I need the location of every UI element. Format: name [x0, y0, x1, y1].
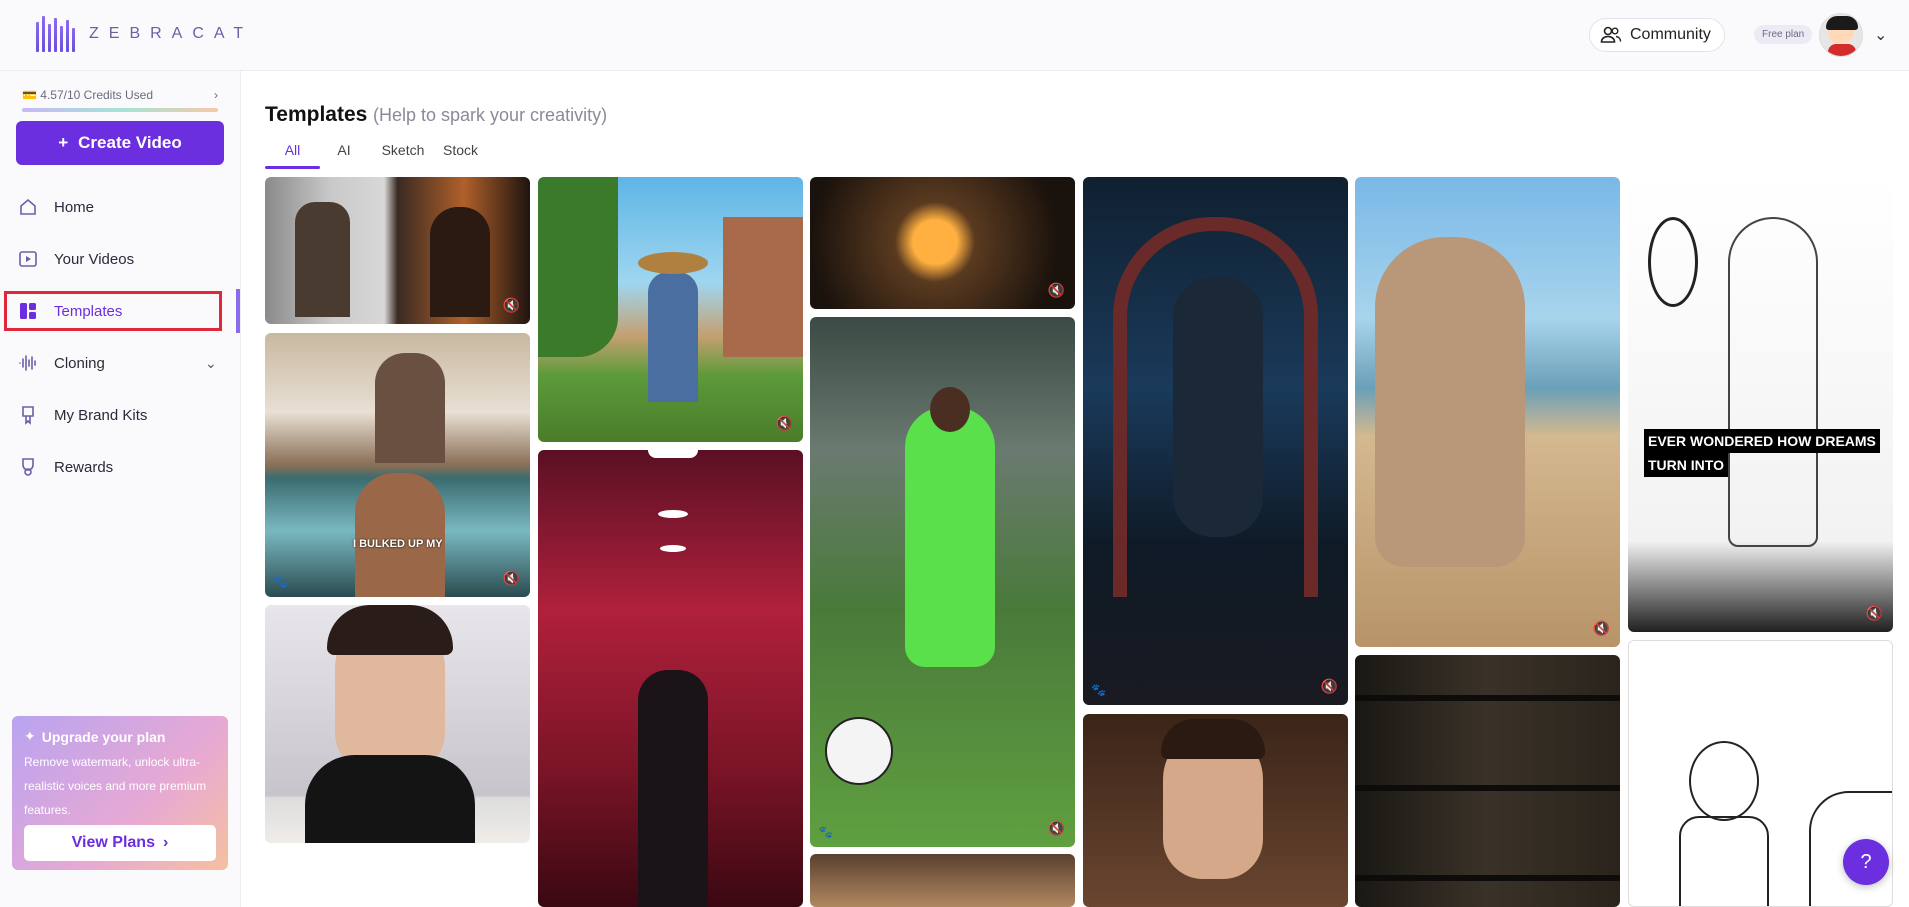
- sidebar-item-your-videos[interactable]: Your Videos: [0, 233, 241, 285]
- create-video-button[interactable]: + Create Video: [16, 121, 224, 165]
- upgrade-title: ✦ Upgrade your plan: [24, 728, 166, 745]
- mute-icon[interactable]: 🔇: [1048, 820, 1065, 837]
- selection-highlight: [4, 291, 222, 331]
- view-plans-button[interactable]: View Plans ›: [24, 825, 216, 861]
- video-caption: I BULKED UP MY: [353, 538, 443, 550]
- logo-icon: [36, 16, 75, 52]
- credits-progress-bar: [22, 108, 218, 112]
- community-button[interactable]: Community: [1589, 18, 1725, 52]
- sidebar-item-brand-kits[interactable]: My Brand Kits: [0, 389, 241, 441]
- view-plans-label: View Plans: [71, 834, 155, 851]
- mute-icon[interactable]: 🔇: [776, 415, 793, 432]
- sidebar-nav: Home Your Videos Templates Cloning ⌄ My …: [0, 181, 241, 493]
- paw-icon: 🐾: [273, 575, 288, 589]
- sidebar-item-label: Your Videos: [54, 250, 135, 268]
- template-card-soccer[interactable]: 🐾 🔇: [810, 317, 1075, 847]
- mute-icon[interactable]: 🔇: [1866, 605, 1883, 622]
- template-card-market[interactable]: [810, 854, 1075, 907]
- home-icon: [18, 197, 38, 217]
- brand-kit-icon: [18, 405, 38, 425]
- sidebar-item-rewards[interactable]: Rewards: [0, 441, 241, 493]
- sidebar: 💳 4.57/10 Credits Used › + Create Video …: [0, 71, 241, 907]
- video-caption-line-2: TURN INTO: [1644, 453, 1728, 477]
- help-button[interactable]: ?: [1843, 839, 1889, 885]
- sparkle-icon: ✦: [24, 728, 36, 744]
- video-icon: [18, 249, 38, 269]
- zebracat-logo[interactable]: ZEBRACAT: [36, 16, 253, 52]
- sidebar-item-label: My Brand Kits: [54, 406, 148, 424]
- users-icon: [1600, 26, 1622, 43]
- template-card-library[interactable]: [1355, 655, 1620, 907]
- chevron-right-icon: ›: [214, 88, 218, 102]
- page-title: Templates: [265, 103, 368, 126]
- template-card-tennis-sketch[interactable]: EVER WONDERED HOW DREAMS TURN INTO 🔇: [1628, 177, 1893, 632]
- template-card-neon-hallway[interactable]: [538, 450, 803, 907]
- upgrade-body: Remove watermark, unlock ultra-realistic…: [24, 755, 207, 817]
- mute-icon[interactable]: 🔇: [503, 297, 520, 314]
- template-card-dragon[interactable]: 🐾 🔇: [1083, 177, 1348, 705]
- template-card-crystal-ball[interactable]: 🔇: [810, 177, 1075, 309]
- community-label: Community: [1630, 26, 1711, 43]
- sidebar-item-home[interactable]: Home: [0, 181, 241, 233]
- paw-icon: 🐾: [1091, 683, 1106, 697]
- trophy-icon: [18, 457, 38, 477]
- chevron-down-icon[interactable]: ⌄: [205, 355, 217, 372]
- logo-text: ZEBRACAT: [89, 25, 254, 42]
- plan-badge: Free plan: [1754, 25, 1813, 44]
- template-card-farmer-boy[interactable]: 🔇: [538, 177, 803, 442]
- mute-icon[interactable]: 🔇: [1321, 678, 1338, 695]
- template-card-bulked[interactable]: I BULKED UP MY 🐾 🔇: [265, 333, 530, 597]
- create-video-label: Create Video: [78, 133, 182, 152]
- video-caption-line-1: EVER WONDERED HOW DREAMS: [1644, 429, 1880, 453]
- upgrade-card: ✦ Upgrade your plan Remove watermark, unl…: [12, 716, 228, 870]
- template-card-man-portrait[interactable]: [1083, 714, 1348, 907]
- chevron-right-icon: ›: [162, 834, 169, 851]
- tab-ai[interactable]: AI: [320, 140, 368, 170]
- chevron-down-icon[interactable]: ⌄: [1874, 25, 1887, 45]
- avatar[interactable]: [1819, 13, 1863, 57]
- active-tab-indicator: [265, 166, 320, 169]
- page-subtitle: (Help to spark your creativity): [373, 105, 608, 125]
- tab-sketch[interactable]: Sketch: [368, 140, 438, 170]
- template-card-portrait[interactable]: [265, 605, 530, 843]
- sidebar-item-label: Cloning: [54, 354, 105, 372]
- mute-icon[interactable]: 🔇: [1593, 620, 1610, 637]
- sidebar-item-cloning[interactable]: Cloning ⌄: [0, 337, 241, 389]
- plus-icon: +: [58, 133, 69, 152]
- template-card-speaker[interactable]: 🔇: [265, 177, 530, 324]
- waveform-icon: [18, 353, 38, 373]
- active-indicator: [236, 289, 240, 333]
- sidebar-item-label: Rewards: [54, 458, 114, 476]
- question-icon: ?: [1860, 850, 1872, 873]
- mute-icon[interactable]: 🔇: [1048, 282, 1065, 299]
- template-card-sand-sculpture[interactable]: 🔇: [1355, 177, 1620, 647]
- mute-icon[interactable]: 🔇: [503, 570, 520, 587]
- sidebar-item-templates[interactable]: Templates: [0, 285, 241, 337]
- tab-stock[interactable]: Stock: [438, 140, 483, 170]
- top-bar: ZEBRACAT Community Free plan ⌄: [0, 0, 1909, 71]
- credits-text: 💳 4.57/10 Credits Used: [22, 88, 154, 102]
- credits-row[interactable]: 💳 4.57/10 Credits Used ›: [22, 88, 218, 102]
- paw-icon: 🐾: [818, 825, 833, 839]
- sidebar-item-label: Home: [54, 198, 95, 216]
